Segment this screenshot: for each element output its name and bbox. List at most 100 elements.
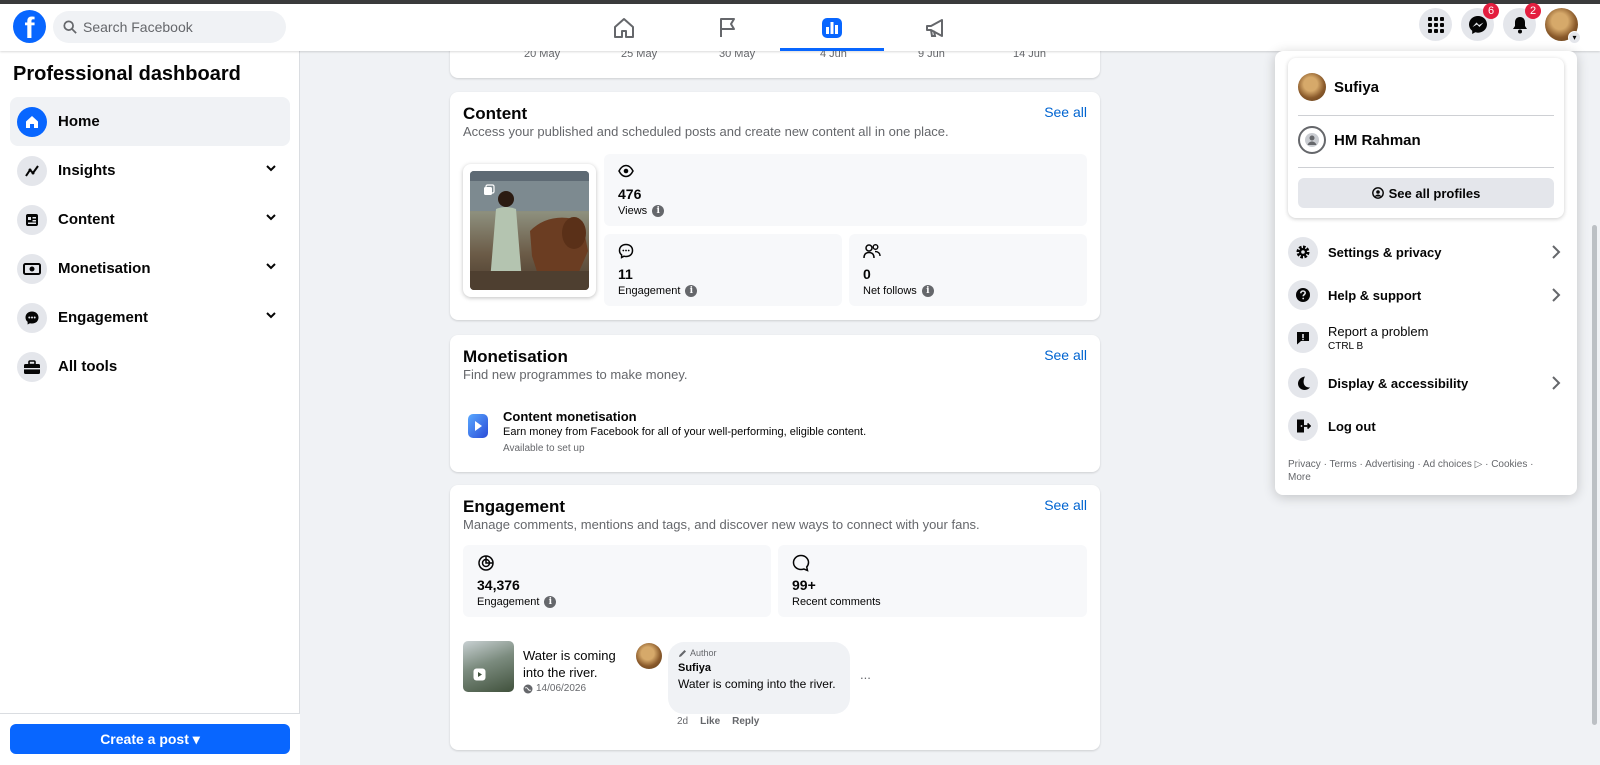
help-icon (1288, 280, 1318, 310)
latest-post-thumbnail[interactable] (463, 164, 596, 297)
recent-comments-tile[interactable]: 99+ Recent comments (778, 545, 1087, 617)
footer-link-advertising[interactable]: Advertising (1365, 459, 1414, 470)
menu-help-support[interactable]: Help & support (1288, 275, 1564, 315)
page-scrollbar[interactable] (1592, 225, 1597, 725)
content-card: Content See all Access your published an… (450, 92, 1100, 320)
toolbox-icon (17, 351, 47, 382)
like-button[interactable]: Like (700, 716, 720, 727)
net-follows-stat-tile[interactable]: 0 Net follows i (849, 234, 1087, 306)
views-stat-tile[interactable]: 476 Views i (604, 154, 1087, 226)
content-monetisation-item[interactable]: Content monetisation Earn money from Fac… (463, 403, 1063, 454)
comment-role: Author (690, 648, 717, 658)
tab-pages[interactable] (676, 4, 780, 51)
insights-icon (17, 155, 47, 186)
info-icon[interactable]: i (685, 285, 698, 297)
post-date: 14/06/2026 (536, 683, 587, 694)
total-engagement-label-row: Engagement i (477, 596, 557, 608)
main-nav-tabs (572, 4, 988, 51)
sidebar-item-label: Home (58, 113, 100, 130)
content-icon (17, 204, 47, 235)
megaphone-icon (926, 18, 943, 37)
sidebar-item-label: Insights (58, 162, 116, 179)
commenter-avatar[interactable] (636, 643, 662, 669)
monetisation-card-subtitle: Find new programmes to make money. (463, 367, 688, 382)
monetisation-card: Monetisation See all Find new programmes… (450, 335, 1100, 472)
footer-link-ad-choices[interactable]: Ad choices (1423, 459, 1472, 470)
comment-author[interactable]: Sufiya (678, 662, 711, 674)
content-card-title: Content (463, 104, 528, 123)
bell-icon (1512, 16, 1527, 33)
content-engagement-value: 11 (618, 266, 633, 282)
logout-icon (1288, 411, 1318, 441)
comment-role-row: Author (678, 648, 717, 658)
views-label: Views (618, 205, 648, 217)
footer-link-privacy[interactable]: Privacy (1288, 459, 1321, 470)
menu-label: Display & accessibility (1328, 375, 1469, 391)
notifications-button[interactable]: 2 (1503, 3, 1541, 41)
menu-log-out[interactable]: Log out (1288, 406, 1564, 446)
comment-more-options[interactable]: ... (860, 667, 871, 682)
account-controls: 6 2 ▾ (1419, 3, 1581, 44)
info-icon[interactable]: i (544, 596, 557, 608)
menu-shortcut: CTRL B (1328, 341, 1364, 352)
views-value: 476 (618, 186, 642, 202)
gear-icon (1288, 237, 1318, 267)
monetisation-item-status: Available to set up (503, 443, 585, 454)
notifications-badge: 2 (1525, 3, 1541, 19)
content-see-all-link[interactable]: See all (1044, 104, 1087, 120)
grid-menu-icon (1427, 16, 1444, 33)
engagement-post-preview[interactable]: Water is coming into the river. 14/06/20… (463, 641, 623, 696)
profile-circle-icon (1371, 187, 1384, 199)
footer-link-terms[interactable]: Terms (1330, 459, 1357, 470)
chevron-down-icon (266, 214, 276, 221)
monetisation-item-description: Earn money from Facebook for all of your… (503, 426, 867, 438)
carousel-icon (484, 184, 495, 195)
chevron-down-icon: ▾ (1568, 31, 1581, 44)
messenger-button[interactable]: 6 (1461, 3, 1499, 41)
search-icon (63, 20, 77, 34)
facebook-logo-icon[interactable]: f (13, 10, 46, 43)
comment-text: Water is coming into the river. (678, 677, 836, 691)
search-box[interactable] (53, 11, 286, 43)
info-icon[interactable]: i (921, 285, 934, 297)
engagement-stat-tile[interactable]: 11 Engagement i (604, 234, 842, 306)
account-avatar-button[interactable]: ▾ (1545, 8, 1581, 44)
sidebar-item-all-tools[interactable]: All tools (10, 342, 290, 391)
footer-link-more[interactable]: More (1288, 472, 1311, 483)
sidebar-item-home[interactable]: Home (10, 97, 290, 146)
see-all-profiles-button[interactable]: See all profiles (1298, 178, 1554, 208)
tab-home[interactable] (572, 4, 676, 51)
menu-grid-button[interactable] (1419, 8, 1452, 41)
total-engagement-label: Engagement (477, 596, 540, 608)
content-engagement-label-row: Engagement i (618, 285, 698, 297)
net-follows-value: 0 (863, 266, 871, 282)
sidebar-item-engagement[interactable]: Engagement (10, 293, 290, 342)
sidebar-item-content[interactable]: Content (10, 195, 290, 244)
menu-report-problem[interactable]: Report a problem CTRL B (1288, 318, 1564, 358)
profile-avatar (1298, 126, 1326, 154)
sidebar-item-insights[interactable]: Insights (10, 146, 290, 195)
engagement-see-all-link[interactable]: See all (1044, 497, 1087, 513)
create-post-button[interactable]: Create a post ▾ (10, 724, 290, 754)
reply-button[interactable]: Reply (732, 716, 759, 727)
menu-label: Settings & privacy (1328, 244, 1442, 260)
footer-links: Privacy · Terms · Advertising · Ad choic… (1288, 459, 1534, 483)
menu-settings-privacy[interactable]: Settings & privacy (1288, 232, 1564, 272)
content-card-subtitle: Access your published and scheduled post… (463, 124, 949, 139)
messenger-badge: 6 (1483, 3, 1499, 19)
flag-icon (720, 17, 735, 37)
info-icon[interactable]: i (652, 205, 665, 217)
tab-professional-dashboard[interactable] (780, 4, 884, 51)
profile-row-sufiya[interactable]: Sufiya (1298, 67, 1554, 107)
monetisation-see-all-link[interactable]: See all (1044, 347, 1087, 363)
sidebar-item-monetisation[interactable]: Monetisation (10, 244, 290, 293)
total-engagement-tile[interactable]: 34,376 Engagement i (463, 545, 771, 617)
tab-ads[interactable] (884, 4, 988, 51)
menu-display-accessibility[interactable]: Display & accessibility (1288, 363, 1564, 403)
ad-choices-icon: ▷ (1474, 459, 1483, 470)
post-date-row: 14/06/2026 (523, 683, 586, 694)
search-input[interactable] (83, 19, 263, 35)
footer-link-cookies[interactable]: Cookies (1491, 459, 1527, 470)
page-profile-icon (1305, 133, 1319, 147)
profile-row-hm-rahman[interactable]: HM Rahman (1298, 120, 1554, 160)
